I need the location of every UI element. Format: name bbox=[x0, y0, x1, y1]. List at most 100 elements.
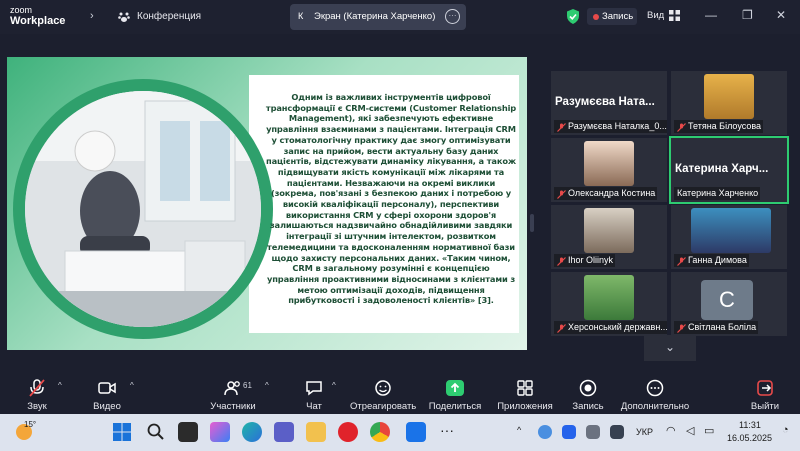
grid-view-icon[interactable] bbox=[669, 10, 680, 21]
participant-name: Олександра Костина bbox=[554, 187, 658, 200]
security-icon[interactable] bbox=[586, 425, 600, 439]
chevron-down-icon: ⌄ bbox=[664, 340, 676, 354]
wifi-icon[interactable]: ◠ bbox=[666, 424, 676, 437]
overflow-dots-icon[interactable]: ··· bbox=[440, 422, 454, 438]
more-label: Дополнительно bbox=[620, 401, 690, 412]
video-options-chevron-icon[interactable]: ^ bbox=[130, 381, 134, 390]
volume-icon[interactable]: ◁ bbox=[686, 424, 694, 437]
record-button[interactable]: Запись bbox=[566, 372, 610, 414]
close-icon[interactable]: ✕ bbox=[776, 8, 786, 22]
minimize-icon[interactable]: — bbox=[705, 8, 717, 22]
participant-video bbox=[691, 208, 771, 253]
more-options-icon[interactable]: ··· bbox=[445, 9, 460, 24]
record-dot-icon bbox=[593, 14, 599, 20]
participant-avatar: С bbox=[701, 280, 753, 320]
clock-date[interactable]: 16.05.2025 bbox=[727, 433, 772, 443]
muted-mic-icon bbox=[557, 190, 566, 199]
copilot-icon[interactable] bbox=[210, 422, 230, 442]
muted-mic-icon bbox=[677, 257, 686, 266]
search-icon bbox=[147, 423, 164, 440]
active-speaker-tile[interactable]: Катерина Харч... Катерина Харченко bbox=[669, 136, 789, 204]
react-label: Отреагировать bbox=[350, 401, 417, 412]
tray-chevron-up-icon[interactable]: ^ bbox=[517, 425, 521, 435]
edge-icon[interactable] bbox=[242, 422, 262, 442]
windows-logo-icon bbox=[113, 423, 131, 441]
participant-tile[interactable]: Ihor Oliinyk bbox=[551, 205, 667, 269]
recording-indicator[interactable]: Запись bbox=[587, 8, 637, 25]
participants-options-chevron-icon[interactable]: ^ bbox=[265, 381, 269, 390]
zoom-workplace-logo: zoom Workplace bbox=[10, 5, 65, 27]
teams-icon[interactable] bbox=[274, 422, 294, 442]
participant-display-name: Разумєєва Ната... bbox=[555, 96, 655, 108]
keyboard-language[interactable]: УКР bbox=[636, 427, 653, 437]
meeting-controls: ^ Звук ^ Видео 61 ^ Участники ^ Чат Отре… bbox=[0, 372, 800, 414]
panel-splitter-handle[interactable] bbox=[530, 214, 534, 232]
audio-label: Звук bbox=[27, 401, 47, 412]
chrome-icon[interactable] bbox=[370, 422, 390, 442]
participants-button[interactable]: 61 ^ Участники bbox=[205, 372, 268, 414]
task-view-icon[interactable] bbox=[178, 422, 198, 442]
opera-icon[interactable] bbox=[338, 422, 358, 442]
participant-tile[interactable]: Херсонський державн... bbox=[551, 272, 667, 336]
share-screen-icon bbox=[446, 380, 464, 396]
shared-screen-slide: Одним із важливих інструментів цифрової … bbox=[7, 57, 527, 350]
more-button[interactable]: Дополнительно bbox=[620, 372, 690, 414]
zoom-taskbar-icon[interactable] bbox=[406, 422, 426, 442]
view-button[interactable]: Вид bbox=[647, 10, 664, 21]
meeting-label: Конференция bbox=[137, 11, 202, 22]
muted-mic-icon bbox=[557, 123, 566, 132]
more-options-icon bbox=[646, 379, 664, 397]
react-button[interactable]: Отреагировать bbox=[350, 372, 416, 414]
participant-tile[interactable]: Тетяна Білоусова bbox=[671, 71, 787, 135]
leave-label: Выйти bbox=[750, 401, 780, 412]
microphone-tray-icon[interactable] bbox=[610, 425, 624, 439]
restore-icon[interactable]: ❐ bbox=[742, 8, 753, 22]
screen-initial: К bbox=[298, 11, 304, 21]
audio-button[interactable]: ^ Звук bbox=[12, 372, 62, 414]
search-button[interactable] bbox=[146, 422, 166, 442]
recording-label: Запись bbox=[602, 11, 634, 22]
participant-video bbox=[704, 74, 754, 119]
gallery-scroll-down-button[interactable]: ⌄ bbox=[644, 335, 696, 361]
start-button[interactable] bbox=[112, 422, 132, 442]
battery-icon[interactable]: ▭ bbox=[704, 424, 714, 437]
sync-icon[interactable] bbox=[538, 425, 552, 439]
meeting-info-icon[interactable] bbox=[118, 11, 130, 23]
video-button[interactable]: ^ Видео bbox=[82, 372, 134, 414]
audio-options-chevron-icon[interactable]: ^ bbox=[58, 381, 62, 390]
participant-video bbox=[584, 141, 634, 186]
chat-bubble-icon bbox=[306, 381, 322, 396]
participant-name: Разумєєва Наталка_0... bbox=[554, 120, 667, 133]
apps-label: Приложения bbox=[497, 401, 553, 412]
participant-tile[interactable]: С Світлана Боліла bbox=[671, 272, 787, 336]
participant-tile[interactable]: Ганна Димова bbox=[671, 205, 787, 269]
security-shield-icon[interactable] bbox=[566, 9, 580, 24]
participants-count: 61 bbox=[243, 381, 252, 390]
muted-mic-icon bbox=[677, 324, 686, 333]
emoji-reaction-icon bbox=[375, 380, 391, 396]
slide-paragraph: Одним із важливих інструментів цифрової … bbox=[265, 92, 517, 306]
dental-office-photo bbox=[25, 91, 261, 327]
participant-video bbox=[584, 275, 634, 320]
bluetooth-icon[interactable] bbox=[562, 425, 576, 439]
share-screen-button[interactable]: Поделиться bbox=[426, 372, 484, 414]
participant-name: Катерина Харченко bbox=[674, 187, 761, 200]
chevron-right-icon[interactable]: › bbox=[90, 10, 94, 22]
clock-time[interactable]: 11:31 bbox=[739, 420, 761, 430]
screen-share-pill[interactable]: К Экран (Катерина Харченко) ··· bbox=[290, 4, 466, 30]
participants-icon bbox=[224, 381, 240, 396]
participant-gallery: Разумєєва Ната... Разумєєва Наталка_0...… bbox=[551, 71, 789, 336]
logo-line-2: Workplace bbox=[10, 15, 66, 27]
apps-icon bbox=[517, 380, 533, 396]
chat-button[interactable]: ^ Чат bbox=[296, 372, 336, 414]
chat-options-chevron-icon[interactable]: ^ bbox=[332, 381, 336, 390]
muted-mic-icon bbox=[677, 123, 686, 132]
file-explorer-icon[interactable] bbox=[306, 422, 326, 442]
notifications-icon[interactable]: ◔ bbox=[782, 424, 789, 436]
apps-button[interactable]: Приложения bbox=[496, 372, 554, 414]
meeting-title-bar: zoom Workplace › Конференция К Экран (Ка… bbox=[0, 0, 800, 34]
participant-name: Херсонський державн... bbox=[554, 321, 667, 334]
leave-button[interactable]: Выйти bbox=[746, 372, 784, 414]
participant-tile[interactable]: Олександра Костина bbox=[551, 138, 667, 202]
participant-tile[interactable]: Разумєєва Ната... Разумєєва Наталка_0... bbox=[551, 71, 667, 135]
